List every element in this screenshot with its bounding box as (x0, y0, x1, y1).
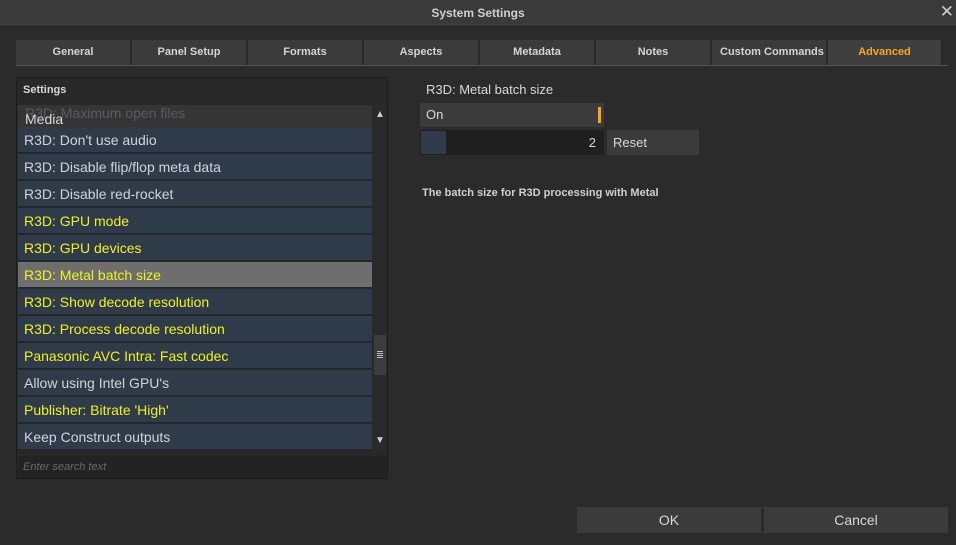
on-toggle[interactable]: On (420, 103, 604, 127)
tab-formats[interactable]: Formats (248, 40, 363, 65)
list-item[interactable]: R3D: Disable flip/flop meta data (18, 154, 372, 180)
tab-notes[interactable]: Notes (596, 40, 711, 65)
reset-label: Reset (613, 135, 647, 150)
tab-bar: General Panel Setup Formats Aspects Meta… (16, 40, 948, 66)
list-item[interactable]: R3D: Process decode resolution (18, 316, 372, 342)
list-item[interactable]: Keep Construct outputs (18, 424, 372, 450)
group-header-media: Media (25, 111, 64, 127)
tab-panel-setup[interactable]: Panel Setup (132, 40, 247, 65)
list-item[interactable]: R3D: Don't use audio (18, 127, 372, 153)
scrollbar-thumb[interactable] (374, 335, 386, 375)
tab-divider (16, 65, 948, 66)
search-input[interactable] (18, 456, 386, 478)
list-item[interactable]: Panasonic AVC Intra: Fast codec (18, 343, 372, 369)
list-item[interactable]: Allow using Intel GPU's (18, 370, 372, 396)
list-item[interactable]: R3D: GPU mode (18, 208, 372, 234)
ok-button[interactable]: OK (577, 507, 761, 533)
list-item[interactable]: Publisher: Bitrate 'High' (18, 397, 372, 423)
toggle-indicator-icon (598, 107, 601, 123)
setting-description: The batch size for R3D processing with M… (422, 187, 659, 199)
tab-custom-commands[interactable]: Custom Commands (712, 40, 827, 65)
tab-metadata[interactable]: Metadata (480, 40, 595, 65)
list-scrollbar[interactable]: ▲ ▼ (373, 105, 387, 451)
batch-size-input[interactable]: 2 (420, 130, 604, 155)
settings-panel: Settings R3D: Maximum open files Media R… (16, 77, 388, 479)
batch-size-value: 2 (588, 135, 596, 150)
tab-advanced[interactable]: Advanced (828, 40, 942, 65)
grip-icon (377, 351, 383, 359)
title-bar: System Settings ✕ (0, 0, 956, 27)
list-item-selected[interactable]: R3D: Metal batch size (18, 262, 372, 288)
window-title: System Settings (431, 6, 525, 20)
list-item[interactable]: R3D: Show decode resolution (18, 289, 372, 315)
scroll-down-icon[interactable]: ▼ (373, 433, 387, 449)
scroll-up-icon[interactable]: ▲ (373, 107, 387, 123)
tab-aspects[interactable]: Aspects (364, 40, 479, 65)
value-slider-fill (421, 131, 446, 154)
tab-general[interactable]: General (16, 40, 131, 65)
close-icon[interactable]: ✕ (940, 2, 954, 22)
setting-title: R3D: Metal batch size (426, 82, 554, 97)
settings-header: Settings (23, 84, 67, 96)
list-item[interactable]: R3D: GPU devices (18, 235, 372, 261)
reset-button[interactable]: Reset (607, 130, 699, 155)
toggle-label: On (426, 107, 444, 122)
settings-list: R3D: Maximum open files Media R3D: Don't… (18, 105, 372, 451)
list-item[interactable]: R3D: Disable red-rocket (18, 181, 372, 207)
cancel-button[interactable]: Cancel (764, 507, 948, 533)
